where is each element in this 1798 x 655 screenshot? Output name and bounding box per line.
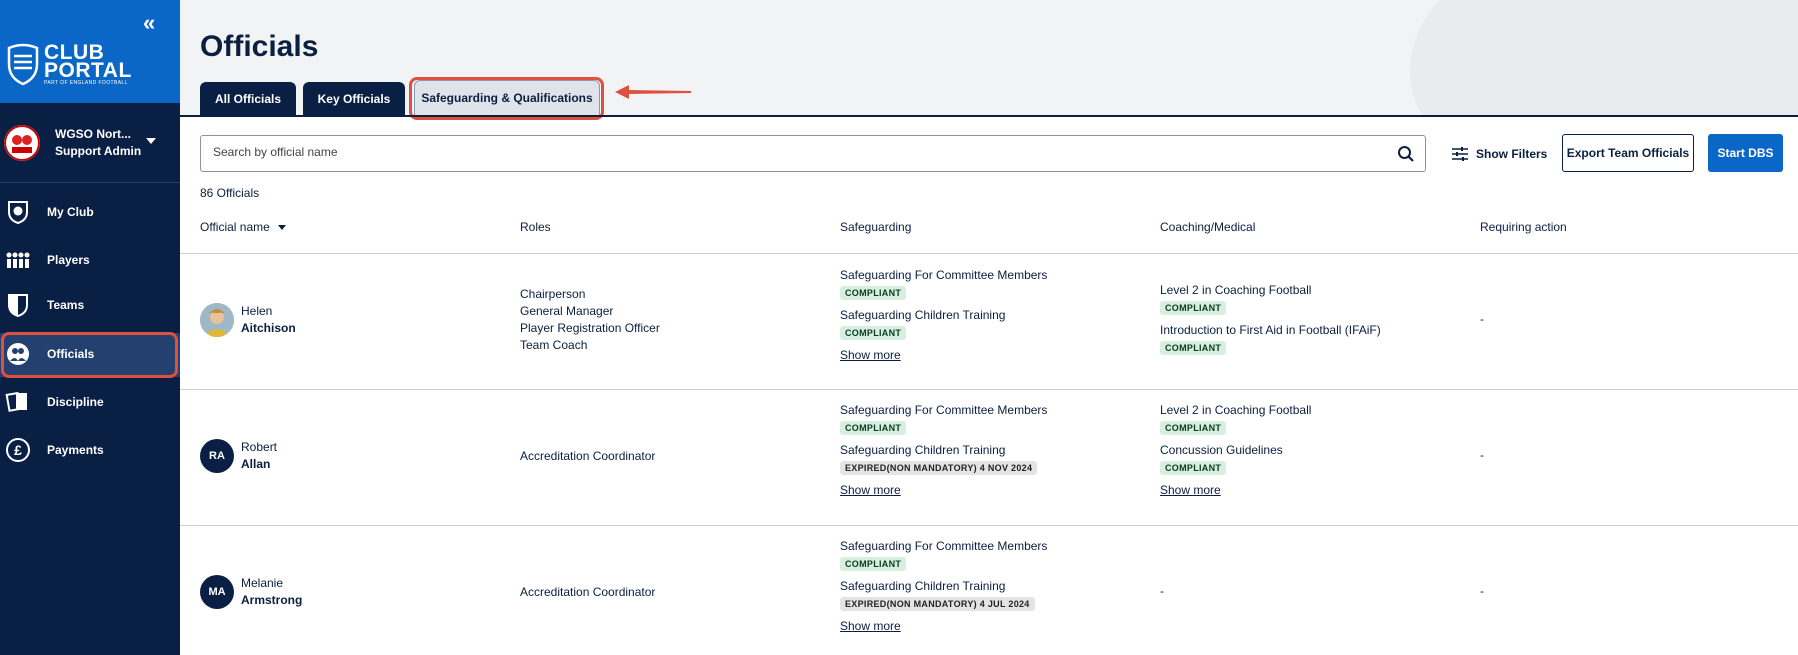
club-badge: [4, 125, 40, 161]
annotation-arrow-icon: [615, 85, 691, 99]
chevron-down-icon[interactable]: [146, 138, 156, 144]
status-badge: EXPIRED(NON MANDATORY) 4 JUL 2024: [840, 597, 1035, 611]
team-shield-icon: [8, 294, 28, 318]
svg-text:£: £: [14, 442, 22, 458]
sidebar-item-teams[interactable]: Teams: [0, 284, 180, 328]
brand-subtitle: PART OF ENGLAND FOOTBALL: [44, 80, 128, 86]
officials-highlight: [1, 332, 178, 378]
club-portal-logo: [7, 43, 39, 86]
roles-cell: Chairperson General Manager Player Regis…: [520, 287, 660, 352]
brand-name: CLUB PORTAL: [44, 41, 132, 82]
roles-cell: Accreditation Coordinator: [520, 585, 656, 599]
official-first-name: Melanie: [241, 576, 284, 590]
official-first-name: Robert: [241, 440, 278, 454]
requiring-action-value: -: [1480, 584, 1484, 598]
status-badge: COMPLIANT: [1160, 461, 1227, 475]
brand-area: « CLUB PORTAL PART OF ENGLAND FOOTBALL: [0, 0, 180, 103]
column-roles: Roles: [520, 220, 551, 234]
column-safeguarding: Safeguarding: [840, 220, 912, 234]
safeguarding-cell: Safeguarding For Committee Members COMPLI…: [840, 539, 1048, 635]
show-more-link[interactable]: Show more: [840, 482, 1047, 499]
search-icon[interactable]: [1397, 145, 1415, 163]
table-row[interactable]: MA Melanie Armstrong Accreditation Coord…: [180, 526, 1798, 655]
safeguarding-cell: Safeguarding For Committee Members COMPLI…: [840, 268, 1048, 364]
sidebar: « CLUB PORTAL PART OF ENGLAND FOOTBALL W…: [0, 0, 180, 655]
sidebar-item-discipline[interactable]: Discipline: [0, 381, 180, 425]
status-badge: COMPLIANT: [840, 557, 907, 571]
sort-caret-icon[interactable]: [277, 225, 286, 231]
coaching-medical-value: -: [1160, 584, 1164, 598]
official-last-name[interactable]: Allan: [241, 457, 270, 471]
official-first-name: Helen: [241, 304, 273, 318]
sidebar-item-players[interactable]: Players: [0, 239, 180, 283]
show-more-link[interactable]: Show more: [1160, 482, 1311, 499]
status-badge: COMPLIANT: [1160, 421, 1227, 435]
tab-highlight: [409, 77, 604, 120]
tab-all-officials[interactable]: All Officials: [200, 82, 296, 116]
table-row[interactable]: RA Robert Allan Accreditation Coordinato…: [180, 390, 1798, 526]
collapse-sidebar-icon[interactable]: «: [143, 10, 155, 36]
search-box[interactable]: [200, 135, 1426, 172]
officials-count: 86 Officials: [200, 186, 260, 200]
coaching-cell: Level 2 in Coaching Football COMPLIANT In…: [1160, 283, 1381, 355]
show-more-link[interactable]: Show more: [840, 618, 1047, 635]
show-filters-button[interactable]: Show Filters: [1452, 142, 1547, 166]
page-title: Officials: [200, 30, 319, 63]
status-badge: COMPLIANT: [1160, 301, 1227, 315]
table-header: Official name Roles Safeguarding Coachin…: [180, 218, 1798, 254]
account-role: Support Admin: [55, 144, 142, 158]
status-badge: EXPIRED(NON MANDATORY) 4 NOV 2024: [840, 461, 1038, 475]
sidebar-item-payments[interactable]: £ Payments: [0, 429, 180, 473]
requiring-action-value: -: [1480, 448, 1484, 462]
status-badge: COMPLIANT: [840, 286, 907, 300]
status-badge: COMPLIANT: [840, 326, 907, 340]
export-team-officials-button[interactable]: Export Team Officials: [1562, 134, 1694, 172]
shield-ball-icon: [8, 201, 28, 225]
avatar: RA: [200, 439, 234, 473]
status-badge: COMPLIANT: [840, 421, 907, 435]
status-badge: COMPLIANT: [1160, 341, 1227, 355]
avatar: MA: [200, 575, 234, 609]
start-dbs-button[interactable]: Start DBS: [1708, 134, 1783, 172]
background-decoration: [1410, 0, 1798, 116]
official-last-name[interactable]: Armstrong: [241, 593, 302, 607]
official-last-name[interactable]: Aitchison: [241, 321, 296, 335]
column-coaching-medical: Coaching/Medical: [1160, 220, 1256, 234]
account-switcher[interactable]: WGSO Nort... Support Admin: [0, 103, 180, 183]
tab-divider: [180, 115, 1798, 117]
main-content: Officials All Officials Key Officials Sa…: [180, 0, 1798, 655]
safeguarding-cell: Safeguarding For Committee Members COMPLI…: [840, 403, 1048, 499]
players-icon: [6, 252, 30, 268]
cards-icon: [5, 391, 27, 412]
table-row[interactable]: Helen Aitchison Chairperson General Mana…: [180, 254, 1798, 390]
tab-key-officials[interactable]: Key Officials: [303, 82, 405, 116]
show-more-link[interactable]: Show more: [840, 347, 1047, 364]
column-requiring-action: Requiring action: [1480, 220, 1567, 234]
search-input[interactable]: [213, 145, 1363, 159]
coaching-cell: Level 2 in Coaching Football COMPLIANT Co…: [1160, 403, 1312, 499]
sidebar-item-my-club[interactable]: My Club: [0, 191, 180, 235]
filter-sliders-icon: [1452, 147, 1468, 161]
requiring-action-value: -: [1480, 312, 1484, 326]
avatar: [200, 303, 234, 337]
pound-icon: £: [6, 438, 30, 462]
account-name: WGSO Nort...: [55, 127, 131, 141]
roles-cell: Accreditation Coordinator: [520, 449, 656, 463]
column-official-name[interactable]: Official name: [200, 220, 286, 234]
